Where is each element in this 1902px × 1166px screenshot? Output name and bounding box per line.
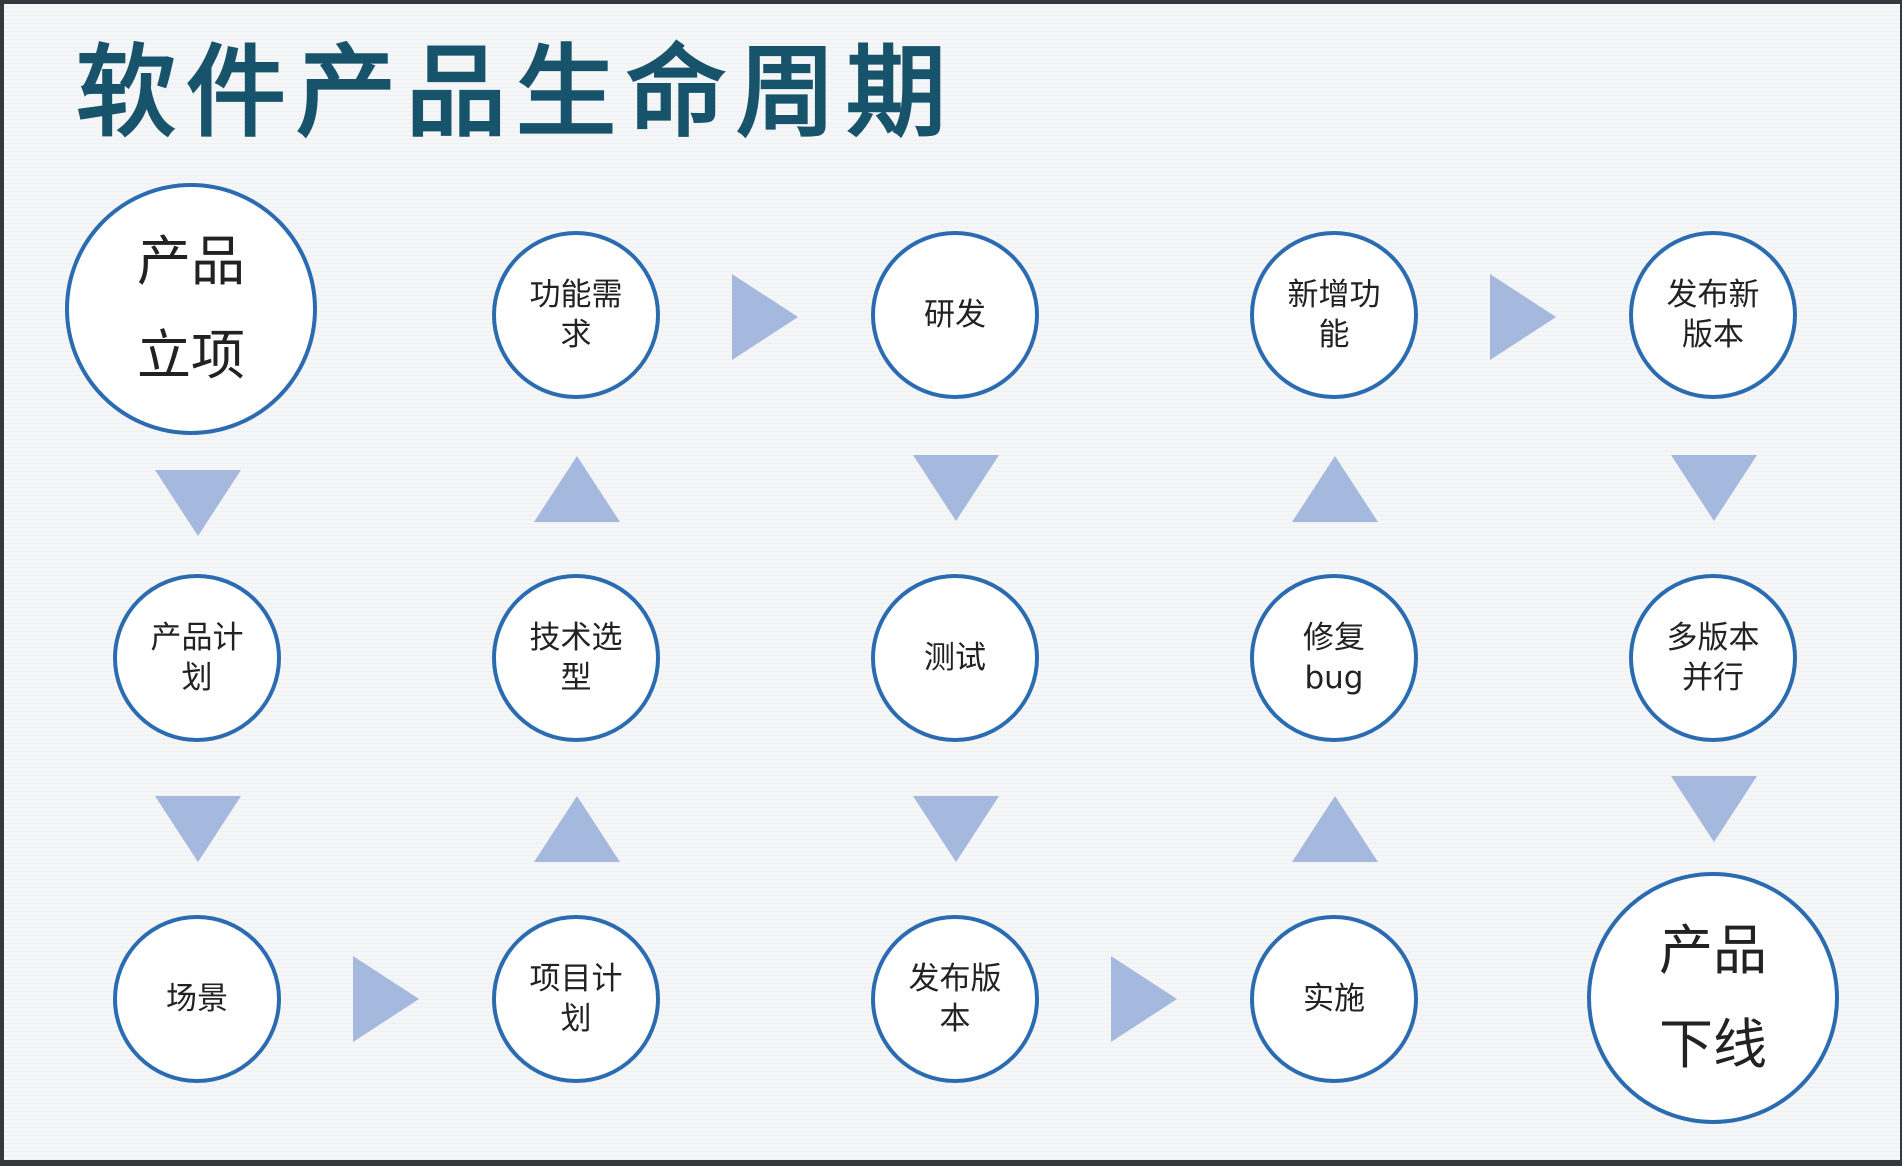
arrow-down bbox=[913, 796, 999, 862]
node-product-offline: 产品 下线 bbox=[1587, 872, 1839, 1124]
node-label: 测试 bbox=[924, 640, 986, 676]
node-label: 实施 bbox=[1303, 981, 1365, 1017]
node-scenario: 场景 bbox=[113, 915, 281, 1083]
arrow-down bbox=[913, 455, 999, 521]
node-label-line-2: 立项 bbox=[137, 324, 245, 387]
node-label-line-2: 并行 bbox=[1682, 660, 1744, 696]
node-label: 研发 bbox=[924, 297, 986, 333]
node-parallel-versions: 多版本 并行 bbox=[1629, 574, 1797, 742]
node-label-line-1: 产品 bbox=[1659, 919, 1767, 982]
node-label-line-1: 技术选 bbox=[529, 620, 623, 656]
node-label-line-2: 求 bbox=[560, 317, 592, 353]
node-label-line-1: 修复 bbox=[1303, 620, 1365, 656]
node-implementation: 实施 bbox=[1250, 915, 1418, 1083]
node-new-version-release: 发布新 版本 bbox=[1629, 231, 1797, 399]
arrow-down bbox=[155, 470, 241, 536]
node-project-plan: 项目计 划 bbox=[492, 915, 660, 1083]
node-label-line-2: 下线 bbox=[1659, 1013, 1767, 1076]
arrow-up bbox=[534, 796, 620, 862]
node-label-line-2: 版本 bbox=[1682, 317, 1744, 353]
arrow-up bbox=[1292, 456, 1378, 522]
node-label-line-2: 划 bbox=[181, 660, 213, 696]
node-label-line-2: bug bbox=[1304, 660, 1364, 696]
node-label-line-2: 本 bbox=[939, 1001, 971, 1037]
node-label-line-1: 发布版 bbox=[908, 961, 1002, 997]
node-product-initiation: 产品 立项 bbox=[65, 183, 317, 435]
node-feature-requirements: 功能需 求 bbox=[492, 231, 660, 399]
page-title: 软件产品生命周期 bbox=[76, 33, 956, 151]
arrow-up bbox=[1292, 796, 1378, 862]
node-label-line-1: 项目计 bbox=[529, 961, 623, 997]
arrow-up bbox=[534, 456, 620, 522]
node-label-line-2: 划 bbox=[560, 1001, 592, 1037]
arrow-down bbox=[155, 796, 241, 862]
node-testing: 测试 bbox=[871, 574, 1039, 742]
node-label-line-1: 功能需 bbox=[529, 277, 623, 313]
node-label-line-2: 能 bbox=[1318, 317, 1350, 353]
node-product-plan: 产品计 划 bbox=[113, 574, 281, 742]
slide: 软件产品生命周期 产品 立项 产品计 划 场景 功能需 求 技术选 型 项目计 … bbox=[4, 4, 1900, 1160]
arrow-right bbox=[1490, 274, 1556, 360]
node-fix-bug: 修复 bug bbox=[1250, 574, 1418, 742]
node-label-line-1: 发布新 bbox=[1666, 277, 1760, 313]
arrow-right bbox=[1111, 956, 1177, 1042]
node-new-feature: 新增功 能 bbox=[1250, 231, 1418, 399]
arrow-right bbox=[353, 956, 419, 1042]
node-label: 场景 bbox=[166, 981, 228, 1017]
node-label-line-1: 新增功 bbox=[1287, 277, 1381, 313]
node-tech-selection: 技术选 型 bbox=[492, 574, 660, 742]
node-label-line-1: 多版本 bbox=[1666, 620, 1760, 656]
node-development: 研发 bbox=[871, 231, 1039, 399]
node-label-line-2: 型 bbox=[560, 660, 592, 696]
node-label-line-1: 产品计 bbox=[150, 620, 244, 656]
node-release-version: 发布版 本 bbox=[871, 915, 1039, 1083]
node-label-line-1: 产品 bbox=[137, 230, 245, 293]
arrow-right bbox=[732, 274, 798, 360]
arrow-down bbox=[1671, 455, 1757, 521]
arrow-down bbox=[1671, 776, 1757, 842]
